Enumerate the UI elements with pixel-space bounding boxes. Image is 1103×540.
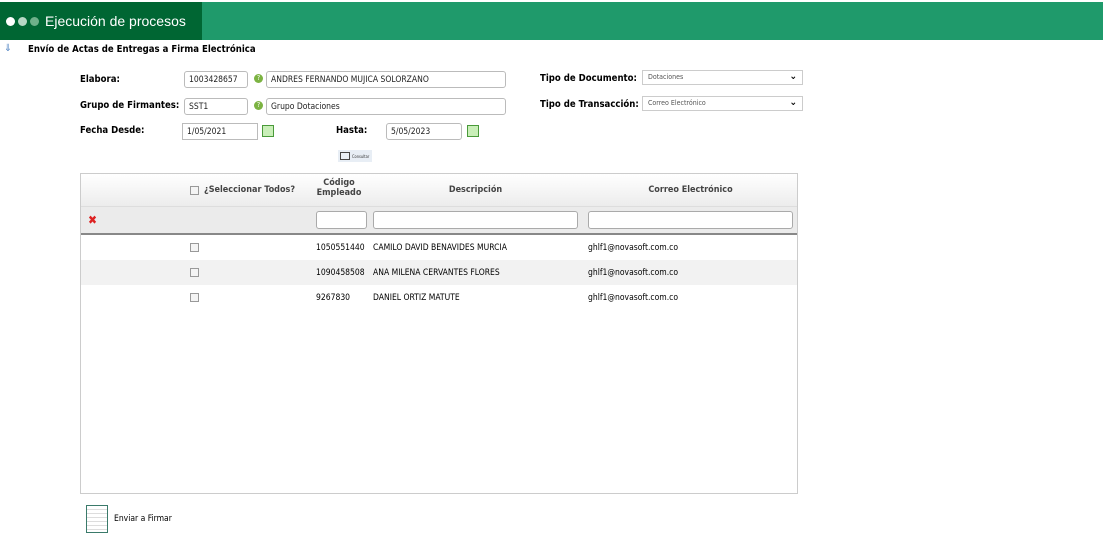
codigo-cell: 9267830	[316, 293, 351, 303]
page-title: Envío de Actas de Entregas a Firma Elect…	[28, 44, 256, 55]
elabora-name-input[interactable]: ANDRES FERNANDO MUJICA SOLORZANO	[266, 71, 506, 88]
descripcion-header[interactable]: Descripción	[373, 185, 578, 195]
elabora-code-input[interactable]: 1003428657	[184, 71, 248, 88]
table-row[interactable]: 1050551440 CAMILO DAVID BENAVIDES MURCIA…	[81, 235, 797, 260]
table-row[interactable]: 1090458508 ANA MILENA CERVANTES FLORES g…	[81, 260, 797, 285]
hasta-input[interactable]: 5/05/2023	[386, 123, 462, 140]
enviar-firmar-label: Enviar a Firmar	[114, 514, 172, 524]
app-header: Ejecución de procesos	[0, 2, 1103, 40]
correo-cell: ghlf1@novasoft.com.co	[588, 243, 679, 253]
grupo-label: Grupo de Firmantes:	[80, 100, 180, 111]
employees-grid: ¿Seleccionar Todos? Código Empleado Desc…	[80, 173, 798, 494]
tipo-transaccion-select[interactable]: Correo Electrónico ⌄	[642, 96, 803, 111]
select-all-checkbox[interactable]	[190, 186, 199, 195]
chevron-down-icon: ⌄	[789, 97, 797, 108]
comment-icon	[340, 152, 350, 160]
tipo-documento-label: Tipo de Documento:	[540, 73, 637, 84]
enviar-firmar-button[interactable]: Enviar a Firmar	[86, 505, 172, 533]
fecha-desde-input[interactable]: 1/05/2021	[182, 123, 258, 140]
descripcion-cell: CAMILO DAVID BENAVIDES MURCIA	[373, 243, 507, 253]
fecha-desde-label: Fecha Desde:	[80, 125, 145, 136]
window-dots-icon	[6, 17, 39, 26]
codigo-cell: 1090458508	[316, 268, 365, 278]
elabora-label: Elabora:	[80, 74, 120, 85]
row-checkbox[interactable]	[190, 268, 199, 277]
select-all-header: ¿Seleccionar Todos?	[204, 185, 296, 195]
tipo-transaccion-label: Tipo de Transacción:	[540, 99, 639, 110]
correo-header[interactable]: Correo Electrónico	[588, 185, 793, 195]
clear-filter-icon[interactable]: ✖	[88, 213, 97, 227]
descripcion-cell: DANIEL ORTIZ MATUTE	[373, 293, 460, 303]
correo-filter-input[interactable]	[588, 211, 793, 229]
row-checkbox[interactable]	[190, 293, 199, 302]
descripcion-cell: ANA MILENA CERVANTES FLORES	[373, 268, 500, 278]
app-title: Ejecución de procesos	[45, 13, 186, 29]
tipo-documento-select[interactable]: Dotaciones ⌄	[642, 70, 803, 85]
chevron-down-icon: ⌄	[789, 71, 797, 82]
correo-cell: ghlf1@novasoft.com.co	[588, 293, 679, 303]
grid-filter-row: ✖	[81, 207, 797, 236]
codigo-cell: 1050551440	[316, 243, 365, 253]
calendar-icon[interactable]	[262, 125, 274, 137]
row-checkbox[interactable]	[190, 243, 199, 252]
correo-cell: ghlf1@novasoft.com.co	[588, 268, 679, 278]
descripcion-filter-input[interactable]	[373, 211, 578, 229]
table-row[interactable]: 9267830 DANIEL ORTIZ MATUTE ghlf1@novaso…	[81, 285, 797, 310]
codigo-header[interactable]: Código Empleado	[316, 178, 362, 198]
consultar-button[interactable]: Consultar	[338, 150, 372, 162]
help-icon[interactable]: ?	[254, 74, 263, 83]
grid-header: ¿Seleccionar Todos? Código Empleado Desc…	[81, 174, 797, 207]
grupo-code-input[interactable]: SST1	[184, 98, 248, 115]
codigo-filter-input[interactable]	[316, 211, 367, 229]
hasta-label: Hasta:	[336, 125, 368, 136]
help-icon[interactable]: ?	[254, 101, 263, 110]
document-sign-icon	[86, 505, 108, 533]
calendar-icon[interactable]	[467, 125, 479, 137]
collapse-arrow-icon[interactable]: ⇓	[4, 43, 12, 54]
grupo-name-input[interactable]: Grupo Dotaciones	[266, 98, 506, 115]
